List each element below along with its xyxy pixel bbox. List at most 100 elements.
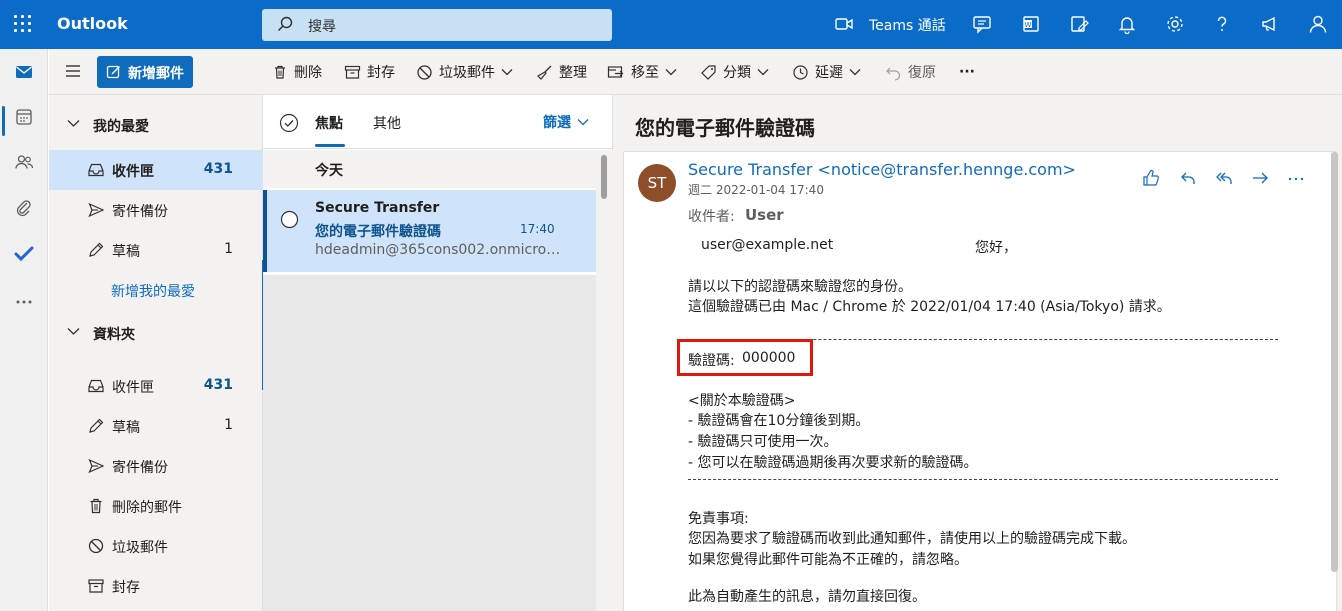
chevron-down-icon [577,119,589,126]
folder-item-junk[interactable]: 垃圾郵件 [49,526,263,566]
delete-button[interactable]: 刪除 [272,62,322,82]
reply-icon[interactable] [1178,168,1198,188]
folder-item-inbox[interactable]: 收件匣 431 [49,366,263,406]
tab-focused[interactable]: 焦點 [315,113,343,133]
move-to-button[interactable]: 移至 [607,62,677,82]
recipient-label: 收件者: [688,209,735,225]
chevron-down-icon [501,69,513,76]
message-list-scroll-thumb[interactable] [601,155,607,199]
favorites-item-sent[interactable]: 寄件備份 [49,190,263,230]
todo-check-icon[interactable] [14,244,34,264]
forward-icon[interactable] [1250,168,1270,188]
reading-pane-scrollbar[interactable] [1331,152,1338,572]
teams-call-label[interactable]: Teams 通話 [869,15,946,35]
junk-label: 垃圾郵件 [439,65,495,81]
greeting-email[interactable]: user@example.net [701,237,833,253]
sweep-button[interactable]: 整理 [536,62,587,82]
undo-label: 復原 [908,65,936,81]
calendar-icon[interactable] [14,107,34,127]
message-list-item[interactable]: Secure Transfer 您的電子郵件驗證碼 17:40 hdeadmin… [263,190,596,272]
office-icon[interactable]: W [1020,13,1042,35]
greeting-text: 您好， [975,240,1017,256]
folder-label: 草稿 [112,244,140,260]
archive-button[interactable]: 封存 [344,62,395,82]
about-header: <關於本驗證碼> [688,393,796,409]
folder-label: 寄件備份 [112,460,168,476]
search-box[interactable]: 搜尋 [262,9,612,41]
folder-item-sent[interactable]: 寄件備份 [49,446,263,486]
svg-text:W: W [1025,21,1032,29]
folders-header[interactable]: 資料夾 [49,313,263,353]
move-folder-icon [607,66,624,78]
help-icon[interactable] [1211,13,1233,35]
folder-label: 收件匣 [112,380,154,396]
folder-item-archive[interactable]: 封存 [49,566,263,606]
app-title[interactable]: Outlook [57,14,128,33]
snooze-button[interactable]: 延遲 [792,62,861,82]
archive-icon [88,579,104,593]
favorites-item-inbox[interactable]: 收件匣 431 [49,150,263,190]
send-icon [88,458,105,474]
reply-all-icon[interactable] [1214,168,1234,188]
reading-subject: 您的電子郵件驗證碼 [635,116,815,140]
favorites-header-label: 我的最愛 [93,119,149,135]
command-bar: 新增郵件 刪除 封存 垃圾郵件 整理 移至 分類 延遲 復原 ··· [49,49,1342,95]
group-header-today: 今天 [263,150,596,188]
filter-button[interactable]: 篩選 [543,112,589,132]
undo-button[interactable]: 復原 [885,62,936,82]
video-call-icon[interactable] [833,13,855,35]
sender-avatar[interactable]: ST [638,164,676,202]
message-list-scrollbar[interactable] [596,150,613,611]
recipient-name[interactable]: User [745,206,784,224]
sender-address[interactable]: Secure Transfer <notice@transfer.hennge.… [688,160,1076,179]
clock-icon [793,64,808,80]
hamburger-menu-icon[interactable] [65,64,81,78]
message-time: 17:40 [520,222,555,236]
chevron-down-icon [67,328,80,335]
add-favorite-link[interactable]: 新增我的最愛 [111,281,195,301]
favorites-item-drafts[interactable]: 草稿 1 [49,230,263,270]
message-select-radio[interactable] [280,210,299,229]
unread-count: 431 [203,161,233,177]
like-icon[interactable] [1141,168,1161,188]
more-apps-icon[interactable] [14,292,34,312]
favorites-header[interactable]: 我的最愛 [49,105,263,145]
chat-icon[interactable] [971,13,993,35]
feedback-megaphone-icon[interactable] [1259,13,1281,35]
divider-dashed [688,479,1278,480]
tab-other[interactable]: 其他 [373,113,401,133]
trash-icon [90,498,102,514]
body-line-1: 請以以下的認證碼來驗證您的身份。 [688,279,912,295]
selected-indicator [263,190,267,272]
categorize-label: 分類 [723,65,751,81]
send-icon [88,202,105,218]
attachment-icon[interactable] [14,198,34,218]
about-line-1: - 驗證碼會在10分鐘後到期。 [688,413,870,429]
folder-item-deleted[interactable]: 刪除的郵件 [49,486,263,526]
new-mail-label: 新增郵件 [128,66,184,82]
folder-label: 刪除的郵件 [112,500,182,516]
more-commands-button[interactable]: ··· [959,62,975,82]
more-actions-icon[interactable] [1286,168,1306,188]
folder-item-drafts[interactable]: 草稿 1 [49,406,263,446]
mail-icon[interactable] [14,62,34,82]
verification-code-label: 驗證碼: [688,353,735,369]
categorize-button[interactable]: 分類 [700,62,769,82]
app-launcher-icon[interactable] [13,14,33,34]
archive-label: 封存 [367,65,395,81]
folder-label: 寄件備份 [112,204,168,220]
notes-icon[interactable] [1068,13,1090,35]
select-all-check-icon[interactable] [279,113,299,133]
folder-label: 草稿 [112,420,140,436]
delete-label: 刪除 [294,65,322,81]
gear-icon[interactable] [1164,13,1186,35]
junk-button[interactable]: 垃圾郵件 [416,62,513,82]
new-mail-button[interactable]: 新增郵件 [97,56,193,88]
verification-code-value: 000000 [742,350,796,366]
people-icon[interactable] [14,152,34,172]
move-to-label: 移至 [631,65,659,81]
chevron-down-icon [665,69,677,76]
bell-icon[interactable] [1116,13,1138,35]
message-preview: hdeadmin@365cons002.onmicros... [315,242,565,258]
account-person-icon[interactable] [1307,13,1329,35]
